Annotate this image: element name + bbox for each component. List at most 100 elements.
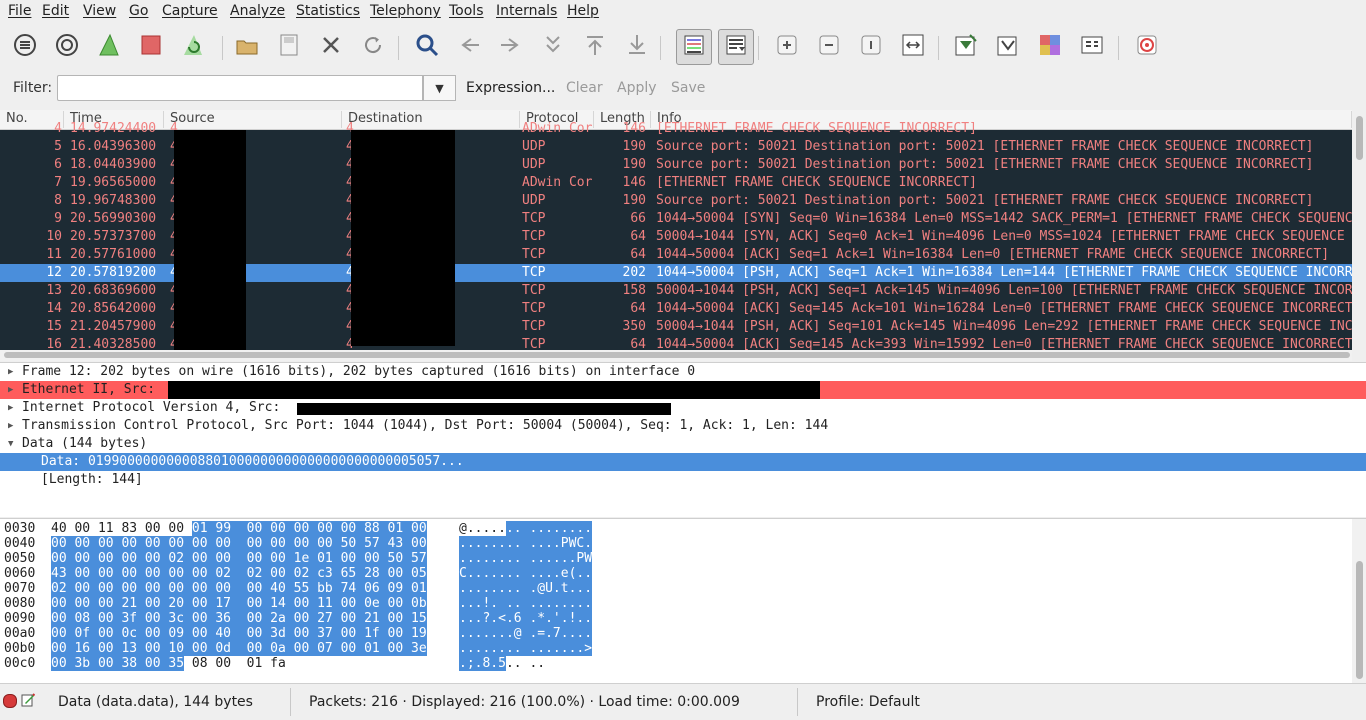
expand-arrow-icon[interactable]: ▶ bbox=[8, 381, 18, 399]
hex-offset: 0080 bbox=[4, 596, 36, 611]
first-packet-button[interactable] bbox=[580, 32, 610, 62]
expand-arrow-icon[interactable]: ▶ bbox=[8, 363, 18, 381]
capture-comment-icon[interactable] bbox=[21, 693, 36, 707]
hex-bytes[interactable]: 00 3b 00 38 00 35 08 00 01 fa bbox=[51, 656, 286, 671]
hex-offset: 0090 bbox=[4, 611, 36, 626]
start-capture-button[interactable] bbox=[94, 32, 124, 62]
save-filter-button[interactable]: Save bbox=[671, 80, 705, 96]
expand-arrow-icon[interactable]: ▶ bbox=[8, 399, 18, 417]
ascii-bytes[interactable]: ........ .@U.t... bbox=[459, 581, 593, 596]
go-forward-button[interactable] bbox=[496, 32, 526, 62]
menu-telephony[interactable]: Telephony bbox=[370, 3, 441, 19]
close-file-button[interactable] bbox=[316, 32, 346, 62]
detail-row[interactable]: [Length: 144] bbox=[0, 471, 1366, 489]
expand-arrow-icon[interactable]: ▶ bbox=[8, 417, 18, 435]
menu-help[interactable]: Help bbox=[567, 3, 599, 19]
ascii-bytes[interactable]: ........ ....PWC. bbox=[459, 536, 593, 551]
expression-button[interactable]: Expression... bbox=[466, 80, 555, 96]
hex-bytes[interactable]: 00 0f 00 0c 00 09 00 40 00 3d 00 37 00 1… bbox=[51, 626, 427, 641]
help-button[interactable] bbox=[1132, 32, 1162, 62]
packet-list-horizontal-scrollbar[interactable] bbox=[0, 350, 1352, 361]
menu-view[interactable]: View bbox=[83, 3, 116, 19]
coloring-rules-button[interactable] bbox=[1035, 32, 1065, 62]
ascii-bytes[interactable]: @....... ........ bbox=[459, 521, 593, 536]
ascii-bytes[interactable]: .......@ .=.7.... bbox=[459, 626, 593, 641]
packet-length: 190 bbox=[622, 139, 646, 154]
ascii-bytes[interactable]: ...!. .. ........ bbox=[459, 596, 593, 611]
hex-bytes[interactable]: 43 00 00 00 00 00 00 02 02 00 02 c3 65 2… bbox=[51, 566, 427, 581]
detail-row[interactable]: Data: 0199000000000088010000000000000000… bbox=[0, 453, 1366, 471]
auto-scroll-button[interactable] bbox=[718, 29, 754, 65]
hex-bytes[interactable]: 00 00 00 00 00 00 00 00 00 00 00 00 50 5… bbox=[51, 536, 427, 551]
normal-size-button[interactable] bbox=[856, 32, 886, 62]
ascii-bytes[interactable]: ........ .......> bbox=[459, 641, 593, 656]
menu-edit[interactable]: Edit bbox=[42, 3, 69, 19]
menu-statistics[interactable]: Statistics bbox=[296, 3, 360, 19]
zoom-out-button[interactable] bbox=[814, 32, 844, 62]
detail-row[interactable]: ▼ Data (144 bytes) bbox=[0, 435, 1366, 453]
bytes-vertical-scrollbar[interactable] bbox=[1352, 519, 1366, 683]
hex-offset: 00b0 bbox=[4, 641, 36, 656]
zoom-in-button[interactable] bbox=[772, 32, 802, 62]
scrollbar-thumb[interactable] bbox=[1356, 561, 1363, 679]
reload-button[interactable] bbox=[358, 32, 388, 62]
detail-row[interactable]: ▶ Internet Protocol Version 4, Src: bbox=[0, 399, 1366, 417]
hex-bytes[interactable]: 02 00 00 00 00 00 00 00 00 40 55 bb 74 0… bbox=[51, 581, 427, 596]
menu-internals[interactable]: Internals bbox=[496, 3, 557, 19]
last-packet-button[interactable] bbox=[622, 32, 652, 62]
filter-dropdown-button[interactable]: ▼ bbox=[423, 75, 456, 101]
detail-row[interactable]: ▶ Frame 12: 202 bytes on wire (1616 bits)… bbox=[0, 363, 1366, 381]
go-back-button[interactable] bbox=[454, 32, 484, 62]
capture-filters-button[interactable] bbox=[951, 32, 981, 62]
display-filter-input[interactable] bbox=[57, 75, 423, 101]
packet-info: 1044→50004 [SYN] Seq=0 Win=16384 Len=0 M… bbox=[656, 211, 1352, 226]
ascii-bytes[interactable]: ........ ......PW bbox=[459, 551, 593, 566]
profile-indicator[interactable]: Profile: Default bbox=[816, 694, 920, 710]
first-packet-icon bbox=[583, 33, 607, 61]
ascii-bytes[interactable]: C....... ....e(.. bbox=[459, 566, 593, 581]
packet-length: 202 bbox=[622, 265, 646, 280]
packet-list-vertical-scrollbar[interactable] bbox=[1352, 110, 1366, 350]
display-filters-button[interactable] bbox=[993, 32, 1023, 62]
interfaces-button[interactable] bbox=[10, 32, 40, 62]
hex-bytes[interactable]: 40 00 11 83 00 00 01 99 00 00 00 00 00 8… bbox=[51, 521, 427, 536]
packet-protocol: UDP bbox=[522, 157, 546, 172]
find-packet-button[interactable] bbox=[412, 32, 442, 62]
hex-bytes[interactable]: 00 08 00 3f 00 3c 00 36 00 2a 00 27 00 2… bbox=[51, 611, 427, 626]
hex-bytes[interactable]: 00 16 00 13 00 10 00 0d 00 0a 00 07 00 0… bbox=[51, 641, 427, 656]
menu-analyze[interactable]: Analyze bbox=[230, 3, 285, 19]
save-file-button[interactable] bbox=[274, 32, 304, 62]
packet-length: 66 bbox=[630, 211, 646, 226]
scrollbar-thumb[interactable] bbox=[1356, 116, 1363, 160]
packet-info: 1044→50004 [ACK] Seq=1 Ack=1 Win=16384 L… bbox=[656, 247, 1330, 262]
scrollbar-thumb[interactable] bbox=[4, 352, 1350, 358]
menu-capture[interactable]: Capture bbox=[162, 3, 218, 19]
ascii-bytes[interactable]: ...?.<.6 .*.'.!.. bbox=[459, 611, 593, 626]
options-button[interactable] bbox=[52, 32, 82, 62]
packet-protocol: TCP bbox=[522, 211, 546, 226]
menu-tools[interactable]: Tools bbox=[449, 3, 484, 19]
filter-label: Filter: bbox=[13, 80, 53, 96]
hex-offset: 00a0 bbox=[4, 626, 36, 641]
restart-capture-button[interactable] bbox=[178, 32, 208, 62]
apply-button[interactable]: Apply bbox=[617, 80, 657, 96]
hex-bytes[interactable]: 00 00 00 00 00 02 00 00 00 00 1e 01 00 0… bbox=[51, 551, 427, 566]
resize-columns-button[interactable] bbox=[898, 32, 928, 62]
colorize-button[interactable] bbox=[676, 29, 712, 65]
last-packet-icon bbox=[625, 33, 649, 61]
preferences-button[interactable] bbox=[1077, 32, 1107, 62]
ascii-selected: ........ .@U.t... bbox=[459, 581, 593, 596]
go-to-packet-button[interactable] bbox=[538, 32, 568, 62]
stop-capture-button[interactable] bbox=[136, 32, 166, 62]
expert-info-icon[interactable] bbox=[3, 694, 17, 708]
packet-info: [ETHERNET FRAME CHECK SEQUENCE INCORRECT… bbox=[656, 175, 977, 190]
clear-button[interactable]: Clear bbox=[566, 80, 603, 96]
menu-go[interactable]: Go bbox=[129, 3, 148, 19]
detail-row[interactable]: ▶ Transmission Control Protocol, Src Port… bbox=[0, 417, 1366, 435]
open-file-button[interactable] bbox=[232, 32, 262, 62]
detail-text: Internet Protocol Version 4, Src: bbox=[22, 400, 281, 415]
ascii-bytes[interactable]: .;.8.5.. .. bbox=[459, 656, 545, 671]
hex-bytes[interactable]: 00 00 00 21 00 20 00 17 00 14 00 11 00 0… bbox=[51, 596, 427, 611]
menu-file[interactable]: File bbox=[8, 3, 31, 19]
collapse-arrow-icon[interactable]: ▼ bbox=[8, 435, 18, 453]
